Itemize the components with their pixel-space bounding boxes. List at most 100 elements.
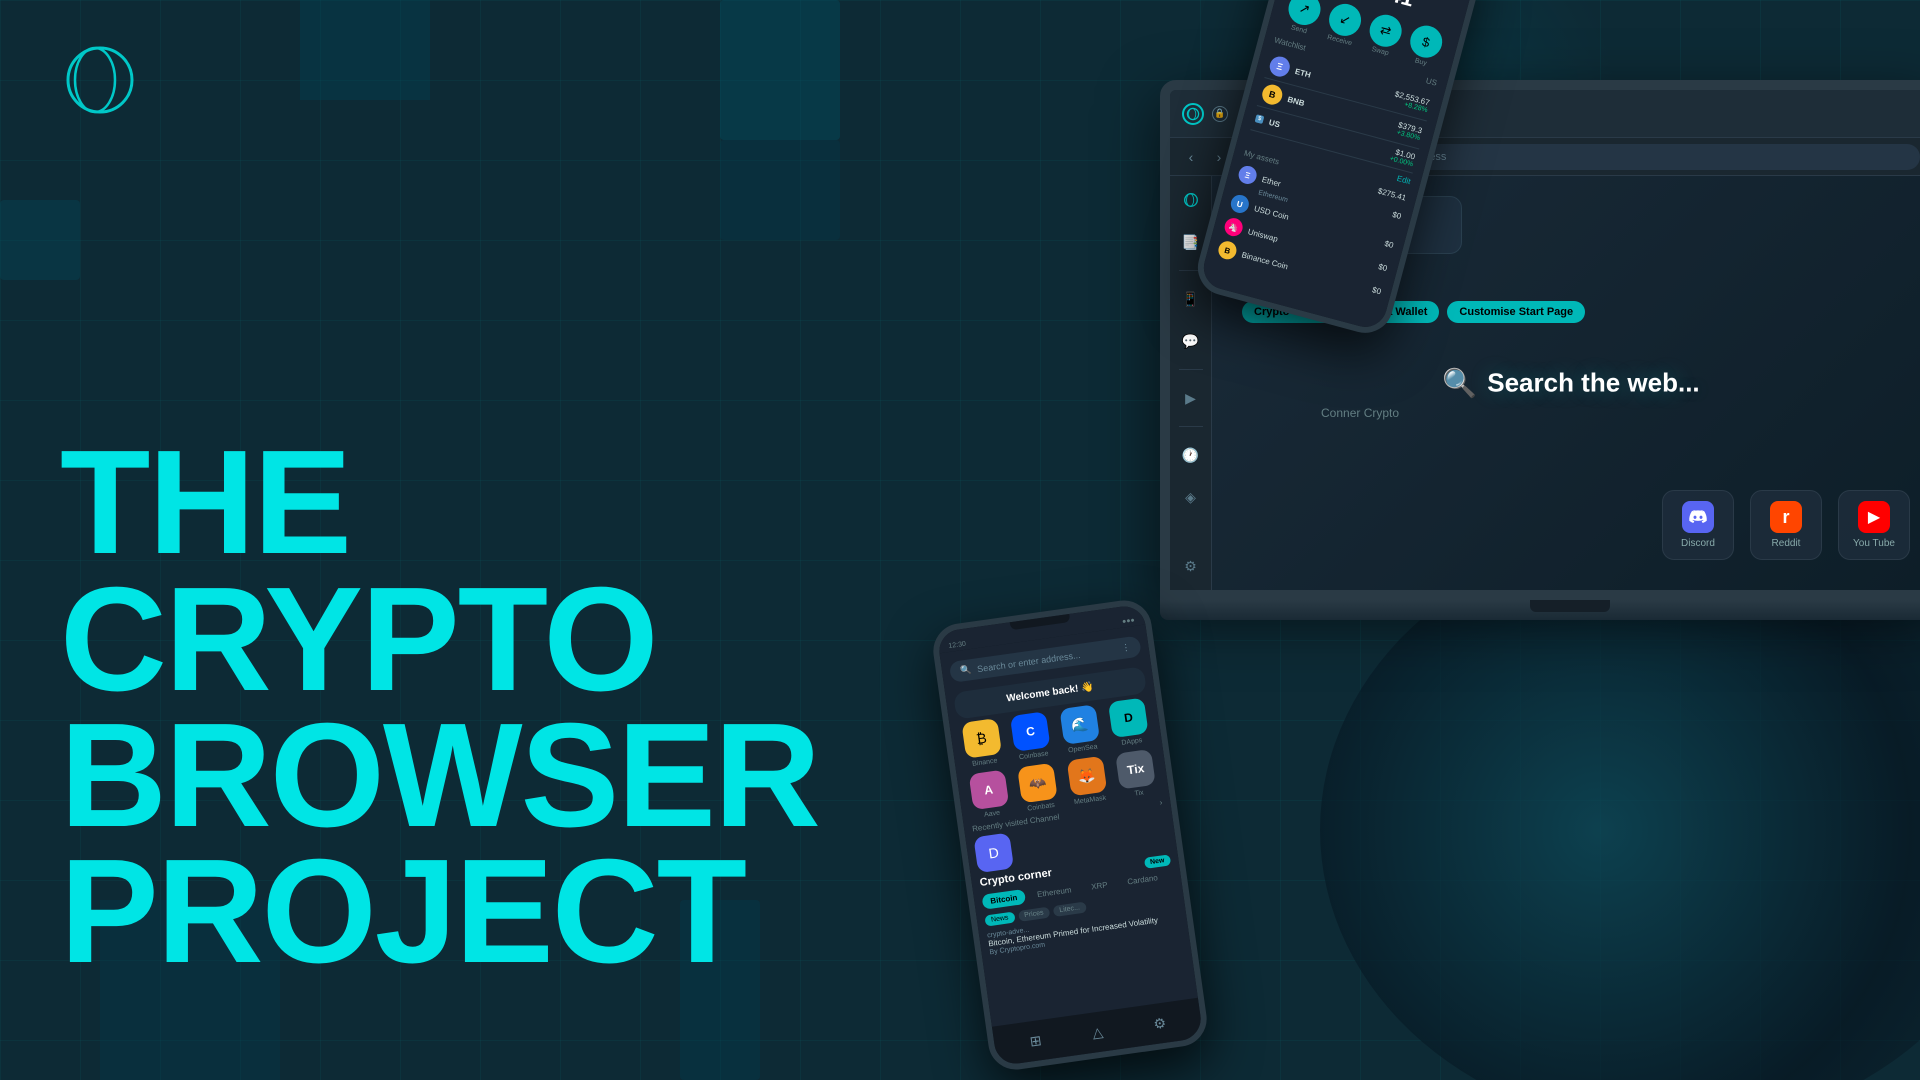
battery-2: ●●● — [1122, 617, 1136, 626]
swap-label: Swap — [1371, 46, 1390, 57]
speed-dial-youtube[interactable]: ▶ You Tube — [1838, 490, 1910, 560]
search-text: Search the web... — [1487, 368, 1699, 399]
browser-shield-icon: 🔒 — [1212, 106, 1228, 122]
sidebar-crypto-icon[interactable]: ◈ — [1177, 483, 1205, 511]
cc-tab-xrp[interactable]: XRP — [1082, 876, 1116, 895]
sidebar-settings-icon[interactable]: ⚙ — [1177, 552, 1205, 580]
cc-app-binance[interactable]: ₿ Binance — [957, 718, 1006, 770]
eth-value: $2,553.67 +8.28% — [1392, 90, 1431, 115]
bnb-value: $379.3 +3.80% — [1395, 120, 1423, 142]
dapps-app-icon: D — [1108, 697, 1149, 738]
uni-asset-icon: 🦄 — [1223, 216, 1245, 238]
cc-new-btn[interactable]: New — [1143, 854, 1171, 869]
browser-opera-icon — [1182, 103, 1204, 125]
cc-app-opensea[interactable]: 🌊 OpenSea — [1055, 704, 1104, 756]
opensea-app-icon: 🌊 — [1059, 704, 1100, 745]
metamask-app-icon: 🦊 — [1066, 756, 1107, 797]
usdc-asset-icon: U — [1229, 193, 1251, 215]
ether-asset-val: $0 — [1391, 209, 1402, 220]
metamask-app-label: MetaMask — [1074, 795, 1107, 806]
browser-back-button[interactable]: ‹ — [1180, 146, 1202, 168]
reddit-label: Reddit — [1772, 538, 1801, 549]
speed-dials-container: Discord r Reddit ▶ You Tube — [1662, 490, 1910, 560]
usd-value-display: $1.00 +0.00% — [1389, 147, 1416, 169]
hero-text-block: THE CRYPTO BROWSER PROJECT — [60, 435, 700, 980]
cc-app-coinbase[interactable]: C Coinbase — [1006, 711, 1055, 763]
hero-line-2: CRYPTO — [60, 572, 700, 708]
buy-action[interactable]: $ Buy — [1404, 22, 1446, 70]
receive-action[interactable]: ↙ Receive — [1323, 0, 1365, 48]
receive-icon: ↙ — [1325, 0, 1364, 39]
cc-app-metamask[interactable]: 🦊 MetaMask — [1063, 755, 1112, 807]
speed-dial-reddit[interactable]: r Reddit — [1750, 490, 1822, 560]
cc-chip-prices[interactable]: Prices — [1018, 907, 1051, 922]
swap-action[interactable]: ⇄ Swap — [1364, 11, 1406, 59]
hero-line-1: THE — [60, 435, 700, 571]
opensea-app-label: OpenSea — [1068, 743, 1098, 754]
swap-icon: ⇄ — [1366, 11, 1405, 50]
youtube-label: You Tube — [1853, 538, 1895, 549]
aave-app-label: Aave — [984, 810, 1001, 819]
youtube-icon: ▶ — [1858, 501, 1890, 533]
laptop-notch — [1530, 600, 1610, 612]
aave-app-icon: A — [968, 770, 1009, 811]
hero-line-4: PROJECT — [60, 844, 700, 980]
sidebar-divider3 — [1179, 426, 1203, 427]
send-label: Send — [1290, 24, 1308, 35]
opera-logo — [60, 40, 140, 120]
discord-icon — [1682, 501, 1714, 533]
wallet-coins-list: Ξ ETH $2,553.67 +8.28% B BNB — [1250, 50, 1434, 174]
usdc-asset-val: $0 — [1384, 238, 1395, 249]
sidebar-messenger-icon[interactable]: 💬 — [1177, 327, 1205, 355]
watchlist-label: Watchlist — [1273, 35, 1306, 52]
cc-search-mic: ⋮ — [1121, 642, 1131, 654]
phone-nav-apps[interactable]: ⊞ — [1024, 1029, 1047, 1052]
conner-crypto-badge: Conner Crypto — [1321, 406, 1399, 420]
conner-crypto-text: Conner Crypto — [1321, 406, 1399, 420]
cc-app-aave[interactable]: A Aave — [965, 769, 1014, 821]
sidebar-divider2 — [1179, 369, 1203, 370]
bnb-icon: B — [1260, 82, 1284, 106]
reddit-icon: r — [1770, 501, 1802, 533]
receive-label: Receive — [1326, 34, 1352, 47]
more-icon: › — [1159, 798, 1163, 807]
speed-dial-discord[interactable]: Discord — [1662, 490, 1734, 560]
customise-start-page-button[interactable]: Customise Start Page — [1447, 301, 1585, 323]
phone-nav-settings[interactable]: ⚙ — [1148, 1012, 1171, 1035]
cc-app-tix[interactable]: Tix Tix — [1112, 748, 1161, 800]
left-section: THE CRYPTO BROWSER PROJECT — [0, 0, 760, 1080]
eth-icon: Ξ — [1268, 54, 1292, 78]
sidebar-opera-icon[interactable] — [1177, 186, 1205, 214]
watchlist-usd: US — [1425, 76, 1438, 88]
binance-app-label: Binance — [972, 757, 998, 767]
main-search-icon: 🔍 — [1442, 367, 1477, 400]
discord-recent-icon[interactable]: D — [973, 832, 1014, 873]
cc-app-dapps[interactable]: D DApps — [1104, 697, 1153, 749]
hero-line-3: BROWSER — [60, 708, 700, 844]
dapps-app-label: DApps — [1121, 737, 1143, 747]
tix-app-icon: Tix — [1115, 749, 1156, 790]
ether-asset-icon: Ξ — [1237, 164, 1259, 186]
cc-chip-litec[interactable]: Litec... — [1053, 902, 1087, 917]
coinbats-app-icon: 🦇 — [1017, 763, 1058, 804]
coinbase-app-icon: C — [1010, 711, 1051, 752]
time-display-2: 12:30 — [948, 641, 966, 650]
right-section: 🔒 Start Page + — [760, 0, 1920, 1080]
sidebar-history-icon[interactable]: 🕐 — [1177, 441, 1205, 469]
bnb2-asset-val: $0 — [1371, 285, 1382, 296]
uni-asset-val: $0 — [1377, 262, 1388, 273]
coinbase-app-label: Coinbase — [1019, 750, 1049, 761]
cc-search-placeholder: Search or enter address... — [976, 649, 1080, 673]
cc-app-coinbats[interactable]: 🦇 Coinbats — [1014, 762, 1063, 814]
browser-main-search: 🔍 Search the web... — [1442, 367, 1699, 400]
binance-app-icon: ₿ — [961, 718, 1002, 759]
tix-app-label: Tix — [1134, 789, 1144, 797]
cc-search-icon: 🔍 — [959, 664, 972, 676]
sidebar-video-icon[interactable]: ▶ — [1177, 384, 1205, 412]
coinbats-app-label: Coinbats — [1027, 802, 1055, 813]
cc-chip-news[interactable]: News — [984, 912, 1015, 927]
laptop-base — [1160, 600, 1920, 620]
usd-flag: $ — [1255, 114, 1265, 124]
phone-nav-home[interactable]: △ — [1086, 1021, 1109, 1044]
send-action[interactable]: ↗ Send — [1283, 0, 1325, 37]
